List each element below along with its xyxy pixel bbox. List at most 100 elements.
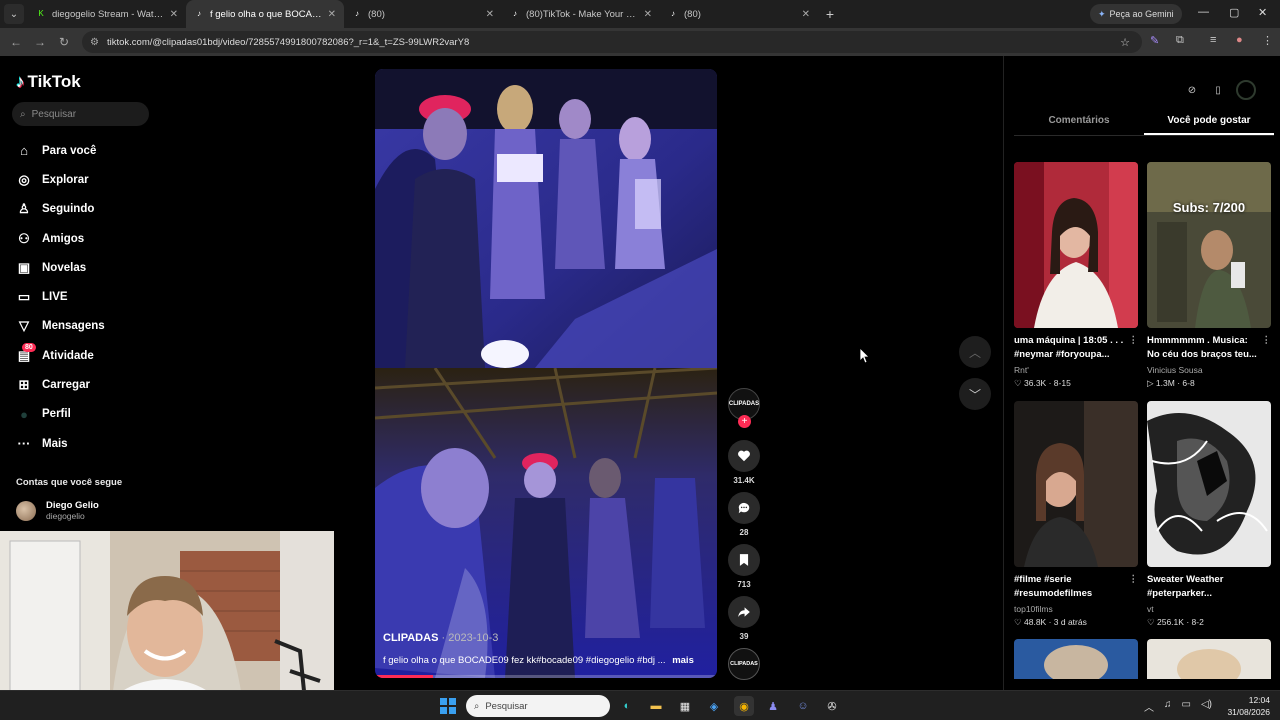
video-progress-bar[interactable] — [375, 675, 717, 678]
sidebar-item-label: Novelas — [42, 261, 87, 274]
microphone-icon[interactable]: ♫ — [1164, 699, 1172, 714]
chrome-menu-icon[interactable]: ⋮ — [1262, 34, 1273, 47]
sidebar-item-upload[interactable]: ⊞ Carregar — [16, 370, 166, 399]
site-info-icon[interactable]: ⚙ — [90, 37, 99, 48]
profile-avatar-icon[interactable]: ● — [1236, 34, 1243, 46]
sidebar-item-messages[interactable]: ▽ Mensagens — [16, 312, 166, 341]
sidebar-item-compass[interactable]: ◎ Explorar — [16, 165, 166, 194]
chrome-icon[interactable]: ◉ — [734, 696, 754, 716]
windows-start-icon[interactable] — [440, 698, 456, 714]
video-thumbnail — [1014, 162, 1138, 328]
teams-icon[interactable]: ♟ — [763, 696, 783, 716]
previous-video-button[interactable]: ︿ — [959, 336, 991, 368]
taskbar-search[interactable]: ⌕ Pesquisar — [466, 695, 610, 717]
tray-overflow-icon[interactable]: ︿ — [1144, 699, 1154, 714]
system-tray: ︿ ♫ ▭ ◁) — [1144, 699, 1212, 714]
card-stats: ♡ 256.1K · 8-2 — [1147, 617, 1204, 627]
following-icon: ♙ — [18, 201, 30, 217]
recommendations-panel: ⊘ ▯ Comentários Você pode gostar uma máq… — [1003, 56, 1280, 690]
close-tab-icon[interactable]: ✕ — [170, 9, 178, 20]
video-thumbnail-partial[interactable] — [1014, 639, 1138, 679]
media-control-icon[interactable]: ≡ — [1210, 34, 1216, 46]
discord-icon[interactable]: ☺ — [793, 696, 813, 716]
tab-you-may-like[interactable]: Você pode gostar — [1144, 112, 1274, 135]
store-icon[interactable]: ▦ — [675, 696, 695, 716]
tab-comments[interactable]: Comentários — [1014, 112, 1144, 135]
sidebar-item-label: Seguindo — [42, 203, 95, 216]
reload-icon[interactable]: ↻ — [52, 35, 76, 49]
caption-more-link[interactable]: mais — [672, 655, 694, 666]
close-tab-icon[interactable]: ✕ — [802, 9, 810, 20]
search-input[interactable]: ⌕ Pesquisar — [12, 102, 149, 126]
sidebar-item-friends[interactable]: ⚇ Amigos — [16, 224, 166, 253]
tiktok-logo[interactable]: ♪ TikTok — [16, 72, 81, 92]
browser-tab[interactable]: ♪ (80)TikTok - Make Your Day ✕ — [502, 0, 660, 28]
tab-title: f gelio olha o que BOCADE09 — [210, 8, 324, 20]
address-bar[interactable]: ⚙ tiktok.com/@clipadas01bdj/video/728557… — [82, 31, 1142, 53]
video-author[interactable]: CLIPADAS · 2023-10-3 — [383, 632, 498, 644]
comment-button[interactable] — [728, 492, 760, 524]
extensions-icon[interactable]: ⧉ — [1176, 34, 1184, 47]
browser-tab[interactable]: ♪ (80) ✕ — [660, 0, 818, 28]
save-button[interactable] — [728, 544, 760, 576]
sidebar-item-home[interactable]: ⌂ Para você — [16, 136, 166, 165]
card-date: 8-15 — [1053, 378, 1071, 388]
card-more-icon[interactable]: ⋮ — [1129, 573, 1139, 587]
windows-taskbar: ⌕ Pesquisar ◐ ▬ ▦ ◈ ◉ ♟ ☺ ✇ ︿ ♫ ▭ ◁) 12:… — [0, 690, 1280, 720]
close-window-icon[interactable]: ✕ — [1258, 6, 1267, 19]
back-icon[interactable]: ← — [4, 35, 28, 49]
video-player[interactable]: CLIPADAS · 2023-10-3 f gelio olha o que … — [375, 69, 717, 678]
gemini-button[interactable]: ✦ Peça ao Gemini — [1090, 4, 1182, 24]
close-tab-icon[interactable]: ✕ — [644, 9, 652, 20]
card-more-icon[interactable]: ⋮ — [1129, 334, 1139, 348]
new-tab-button[interactable]: + — [818, 6, 842, 22]
file-explorer-icon[interactable]: ▬ — [646, 696, 666, 716]
tab-search-button[interactable]: ⌄ — [4, 4, 24, 24]
recommended-video-card[interactable]: #filme #serie #resumodefilmes ⋮ top10film… — [1014, 401, 1138, 628]
card-title: #filme #serie #resumodefilmes — [1014, 574, 1093, 599]
sidebar-item-more[interactable]: ··· Mais — [16, 429, 166, 458]
card-title: Sweater Weather #peterparker... — [1147, 574, 1224, 599]
app-icon[interactable]: ✇ — [822, 696, 842, 716]
recommended-video-card[interactable]: uma máquina | 18:05 . . . #neymar #foryo… — [1014, 162, 1138, 389]
sidebar-item-label: Mensagens — [42, 320, 105, 333]
browser-tab[interactable]: Kdiegogelio Stream - Watch Live ✕ — [28, 0, 186, 28]
tiktok-icon: ♪ — [671, 9, 675, 18]
card-more-icon[interactable]: ⋮ — [1262, 334, 1272, 348]
like-button[interactable] — [728, 440, 760, 472]
next-video-button[interactable]: ﹀ — [959, 378, 991, 410]
following-user[interactable]: Diego Gelio diegogelio — [16, 500, 99, 521]
forward-icon[interactable]: → — [28, 35, 52, 49]
bookmark-icon — [739, 554, 749, 566]
sidebar-item-following[interactable]: ♙ Seguindo — [16, 195, 166, 224]
browser-tab[interactable]: ♪ (80) ✕ — [344, 0, 502, 28]
minimize-icon[interactable]: — — [1198, 6, 1209, 18]
network-icon[interactable]: ▭ — [1182, 699, 1191, 714]
close-tab-icon[interactable]: ✕ — [328, 9, 336, 20]
mail-icon[interactable]: ◈ — [704, 696, 724, 716]
video-thumbnail-partial[interactable] — [1147, 639, 1271, 679]
compass-icon[interactable]: ⊘ — [1184, 82, 1200, 98]
music-disc[interactable]: CLIPADAS — [728, 648, 760, 680]
pen-extension-icon[interactable]: ✎ — [1150, 34, 1159, 47]
bookmark-star-icon[interactable]: ☆ — [1120, 36, 1130, 49]
clock-time: 12:04 — [1248, 695, 1270, 705]
recommended-video-card[interactable]: Sweater Weather #peterparker... vt ♡ 256… — [1147, 401, 1271, 628]
sidebar-item-series[interactable]: ▣ Novelas — [16, 253, 166, 282]
sidebar-item-profile[interactable]: ● Perfil — [16, 400, 166, 429]
share-button[interactable] — [728, 596, 760, 628]
heart-icon: ♡ — [1147, 617, 1155, 627]
maximize-icon[interactable]: ▢ — [1229, 6, 1239, 19]
taskbar-clock[interactable]: 12:04 31/08/2026 — [1227, 694, 1270, 718]
recommended-video-card[interactable]: Subs: 7/200 Hmmmmmm . Musica: No céu dos… — [1147, 162, 1271, 389]
edge-icon[interactable]: ◐ — [617, 696, 637, 716]
sidebar-item-live[interactable]: ▭ LIVE — [16, 282, 166, 311]
creator-avatar-text: CLIPADAS — [728, 401, 760, 407]
tab-title: (80) — [684, 8, 701, 20]
close-tab-icon[interactable]: ✕ — [486, 9, 494, 20]
follow-plus-icon[interactable]: + — [738, 415, 751, 428]
browser-tab[interactable]: ♪ f gelio olha o que BOCADE09 ✕ — [186, 0, 344, 28]
phone-icon[interactable]: ▯ — [1210, 82, 1226, 98]
sidebar-item-activity[interactable]: ▤ Atividade 80 — [16, 341, 166, 370]
volume-icon[interactable]: ◁) — [1201, 699, 1212, 714]
